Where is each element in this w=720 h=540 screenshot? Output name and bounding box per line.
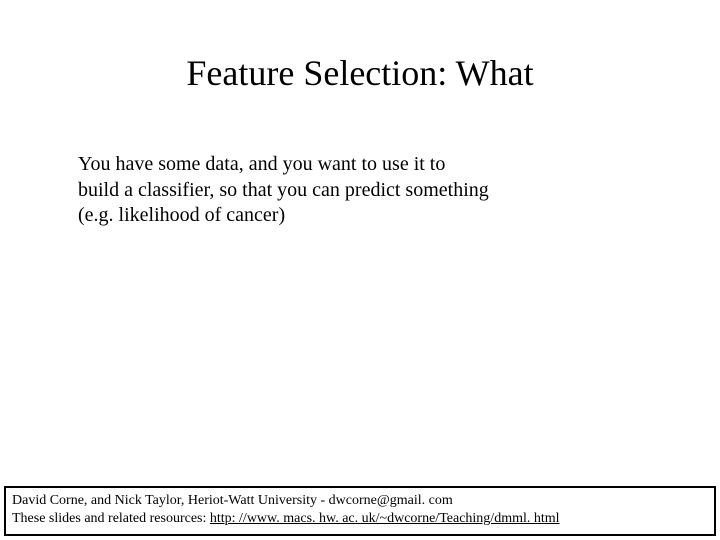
footer-author-line: David Corne, and Nick Taylor, Heriot-Wat… bbox=[12, 492, 708, 510]
slide: Feature Selection: What You have some da… bbox=[0, 0, 720, 540]
footer-box: David Corne, and Nick Taylor, Heriot-Wat… bbox=[4, 486, 716, 536]
footer-resources-prefix: These slides and related resources: bbox=[12, 511, 210, 526]
footer-resources-line: These slides and related resources: http… bbox=[12, 510, 708, 528]
body-line-3: (e.g. likelihood of cancer) bbox=[78, 203, 658, 229]
body-line-1: You have some data, and you want to use … bbox=[78, 152, 658, 178]
slide-body: You have some data, and you want to use … bbox=[78, 152, 658, 229]
body-line-2: build a classifier, so that you can pred… bbox=[78, 178, 658, 204]
slide-title: Feature Selection: What bbox=[0, 52, 720, 94]
footer-link[interactable]: http: //www. macs. hw. ac. uk/~dwcorne/T… bbox=[210, 511, 560, 526]
